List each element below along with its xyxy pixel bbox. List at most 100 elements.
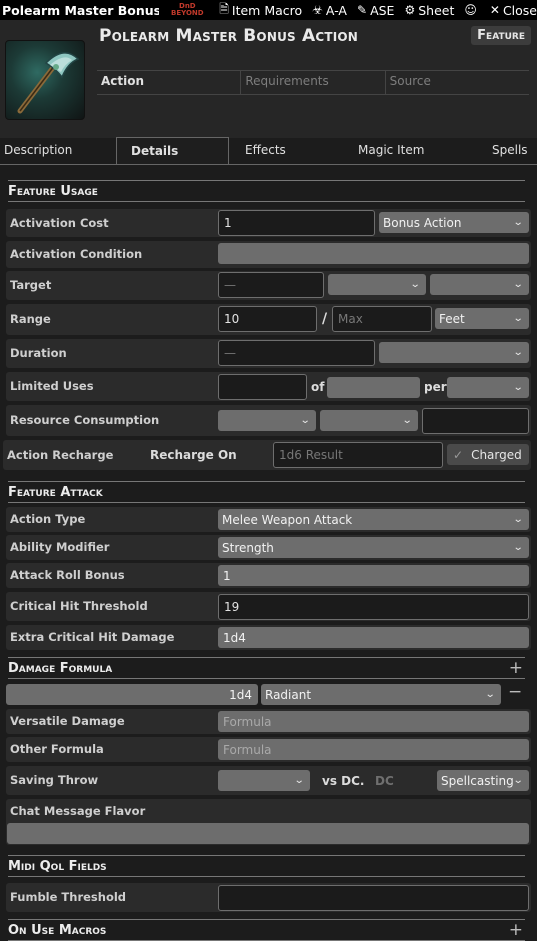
chat-flavor-input[interactable] (7, 823, 529, 844)
damage-type-select[interactable]: Radiant ⌄ (261, 684, 501, 705)
feature-attack-heading: Feature Attack (8, 481, 525, 503)
action-recharge-label: Action Recharge (7, 448, 114, 462)
chevron-down-icon: ⌄ (512, 514, 524, 525)
save-scaling-select[interactable]: Spellcasting ⌄ (437, 770, 529, 791)
chevron-down-icon: ⌄ (512, 542, 524, 553)
requirements-input[interactable]: Requirements (241, 71, 386, 94)
ability-modifier-label: Ability Modifier (10, 540, 110, 554)
duration-units-select[interactable]: ⌄ (379, 342, 529, 363)
extra-critical-damage-input[interactable]: 1d4 (218, 627, 529, 648)
other-formula-input[interactable]: Formula (218, 739, 529, 760)
ability-modifier-select[interactable]: Strength ⌄ (218, 537, 529, 558)
chevron-down-icon: ⌄ (299, 415, 311, 426)
vs-dc-label: vs DC. (322, 774, 365, 788)
consume-amount-input[interactable] (422, 408, 529, 434)
recharge-value-input[interactable]: 1d6 Result (273, 442, 443, 468)
save-ability-select[interactable]: ⌄ (218, 770, 310, 791)
action-type-select[interactable]: Melee Weapon Attack ⌄ (218, 509, 529, 530)
source-input[interactable]: Source (386, 71, 529, 94)
critical-hit-threshold-label: Critical Hit Threshold (10, 599, 148, 613)
tab-details[interactable]: Details (116, 137, 229, 164)
add-macro-icon[interactable]: + (509, 920, 523, 940)
biohazard-icon: ☣ (312, 3, 323, 17)
other-formula-label: Other Formula (10, 742, 104, 756)
target-value-input[interactable]: — (218, 272, 324, 298)
activation-condition-input[interactable] (218, 243, 529, 264)
add-damage-icon[interactable]: + (509, 658, 523, 678)
extra-critical-damage-label: Extra Critical Hit Damage (10, 630, 175, 644)
versatile-damage-input[interactable]: Formula (218, 711, 529, 732)
activation-type-select[interactable]: Bonus Action ⌄ (379, 212, 529, 233)
item-portrait[interactable] (5, 40, 85, 120)
sheet-button[interactable]: ⚙ Sheet (404, 3, 454, 18)
tab-spells[interactable]: Spells (482, 137, 532, 164)
action-label: Action (97, 71, 242, 94)
item-summary-row: Action Requirements Source (97, 70, 529, 95)
chevron-down-icon: ⌄ (512, 775, 524, 786)
chevron-down-icon: ⌄ (512, 313, 524, 324)
close-button[interactable]: ✕ Close (490, 3, 537, 18)
uses-max-input[interactable] (327, 377, 420, 398)
target-type-select[interactable]: ⌄ (430, 274, 529, 295)
uses-of-label: of (311, 380, 325, 394)
check-icon: ✓ (453, 447, 464, 462)
range-separator: / (322, 311, 328, 327)
range-units-select[interactable]: Feet ⌄ (435, 308, 529, 329)
recharge-on-label: Recharge On (150, 448, 237, 462)
chat-flavor-label: Chat Message Flavor (10, 804, 146, 818)
a-a-button[interactable]: ☣ A-A (312, 3, 347, 18)
tab-description[interactable]: Description (0, 137, 116, 164)
uses-per-label: per (424, 380, 447, 394)
tab-effects[interactable]: Effects (229, 137, 344, 164)
consume-type-select[interactable]: ⌄ (218, 410, 316, 431)
gear-icon: ⚙ (404, 3, 416, 17)
tab-magic-item[interactable]: Magic Item (344, 137, 482, 164)
critical-hit-threshold-input[interactable]: 19 (218, 594, 529, 620)
charged-checkbox[interactable]: ✓ Charged (447, 444, 529, 465)
file-icon: 🗎 (219, 1, 229, 16)
resource-consumption-label: Resource Consumption (10, 413, 160, 427)
uses-value-input[interactable] (218, 374, 307, 400)
polearm-icon (17, 52, 80, 114)
activation-condition-label: Activation Condition (10, 247, 143, 261)
item-name-input[interactable]: Polearm Master Bonus Action (99, 26, 358, 46)
chevron-down-icon: ⌄ (293, 775, 305, 786)
remove-damage-icon[interactable]: − (508, 682, 522, 702)
range-max-input[interactable]: Max (332, 306, 432, 332)
item-macro-button[interactable]: 🗎 Item Macro (219, 0, 302, 20)
uses-per-select[interactable]: ⌄ (447, 377, 529, 398)
sheet-tabs: Description Details Effects Magic Item S… (0, 137, 537, 165)
chevron-down-icon: ⌄ (512, 382, 524, 393)
target-units-select[interactable]: ⌄ (328, 274, 426, 295)
duration-value-input[interactable]: — (218, 340, 375, 366)
range-label: Range (10, 312, 51, 326)
item-type-badge: Feature (471, 26, 531, 45)
window-titlebar[interactable]: Polearm Master Bonus Acti DnDBEYOND 🗎Ite… (0, 0, 537, 20)
attack-roll-bonus-input[interactable]: 1 (218, 565, 529, 586)
fumble-threshold-input[interactable] (218, 885, 529, 911)
close-icon: ✕ (489, 3, 500, 17)
on-use-macros-heading: On Use Macros + (8, 919, 525, 941)
save-dc-input[interactable]: DC (375, 774, 394, 788)
action-type-label: Action Type (10, 512, 86, 526)
versatile-damage-label: Versatile Damage (10, 714, 125, 728)
attack-roll-bonus-label: Attack Roll Bonus (10, 568, 125, 582)
feature-usage-heading: Feature Usage (8, 180, 525, 202)
pencil-icon: ✎ (357, 3, 368, 17)
activation-cost-input[interactable]: 1 (218, 210, 375, 236)
mask-button[interactable]: ☺ (464, 3, 480, 17)
ddb-logo-icon[interactable]: DnD BEYOND (165, 3, 209, 17)
duration-label: Duration (10, 346, 67, 360)
limited-uses-label: Limited Uses (10, 379, 94, 393)
damage-formula-input[interactable]: 1d4 (6, 684, 258, 705)
consume-target-select[interactable]: ⌄ (320, 410, 418, 431)
chevron-down-icon: ⌄ (512, 279, 524, 290)
chevron-down-icon: ⌄ (512, 217, 524, 228)
saving-throw-label: Saving Throw (10, 773, 99, 787)
mask-icon: ☺ (464, 3, 477, 17)
ase-button[interactable]: ✎ ASE (357, 3, 394, 18)
chevron-down-icon: ⌄ (401, 415, 413, 426)
chevron-down-icon: ⌄ (512, 347, 524, 358)
range-value-input[interactable]: 10 (218, 306, 317, 332)
damage-formula-heading: Damage Formula + (8, 657, 525, 679)
